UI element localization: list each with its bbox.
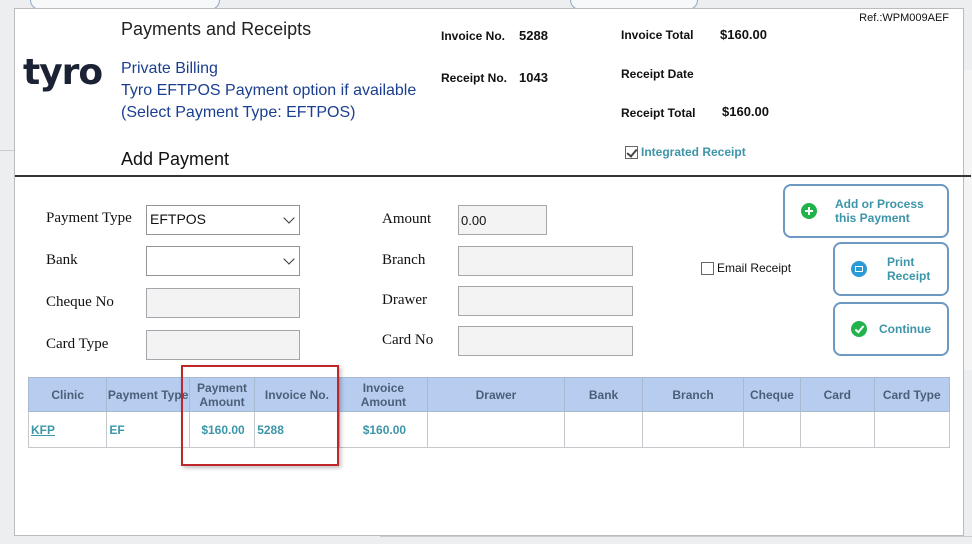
column-header-clinic[interactable]: Clinic <box>27 377 108 412</box>
cell-bank <box>563 411 644 448</box>
invoice-no-value: 5288 <box>519 28 548 43</box>
reference-code: Ref.:WPM009AEF <box>859 12 949 24</box>
email-receipt-option[interactable]: Email Receipt <box>701 261 791 275</box>
column-header-cheque[interactable]: Cheque <box>742 377 802 412</box>
receipt-date-label: Receipt Date <box>621 67 694 81</box>
cell-invoice-no: 5288 <box>254 411 340 448</box>
print-icon <box>851 261 867 277</box>
integrated-receipt-label: Integrated Receipt <box>641 145 746 159</box>
add-process-payment-button[interactable]: Add or Process this Payment <box>783 184 949 238</box>
billing-line-1: Private Billing <box>121 60 218 77</box>
cheque-no-input[interactable] <box>146 288 300 318</box>
amount-input[interactable]: 0.00 <box>458 205 547 235</box>
cell-drawer <box>427 411 565 448</box>
payment-type-value: EFTPOS <box>150 211 207 227</box>
integrated-receipt-checkbox[interactable] <box>625 145 638 159</box>
payment-type-label: Payment Type <box>46 210 132 226</box>
print-receipt-button[interactable]: Print Receipt <box>833 242 949 296</box>
receipt-total-label: Receipt Total <box>621 106 696 120</box>
drawer-input[interactable] <box>458 286 633 316</box>
cell-card <box>800 411 875 448</box>
column-header-payment-type[interactable]: Payment Type <box>106 377 190 412</box>
add-payment-heading: Add Payment <box>121 149 230 169</box>
card-no-input[interactable] <box>458 326 633 356</box>
cheque-no-label: Cheque No <box>46 294 114 310</box>
table-header-row: Clinic Payment Type Payment Amount Invoi… <box>27 377 950 412</box>
table-row[interactable]: KFP EF $160.00 5288 $160.00 <box>27 411 950 448</box>
cell-payment-amount: $160.00 <box>188 411 256 448</box>
background-divider <box>0 150 14 151</box>
card-type-input[interactable] <box>146 330 300 360</box>
column-header-drawer[interactable]: Drawer <box>427 377 565 412</box>
dialog-title: Payments and Receipts <box>121 19 312 39</box>
plus-icon <box>801 203 817 219</box>
cell-card-type <box>873 411 950 448</box>
receipt-no-value: 1043 <box>519 70 548 85</box>
bank-select[interactable] <box>146 246 300 276</box>
cell-branch <box>642 411 744 448</box>
billing-line-3: (Select Payment Type: EFTPOS) <box>121 104 356 121</box>
invoice-no-label: Invoice No. <box>441 29 506 43</box>
bank-label: Bank <box>46 252 78 268</box>
billing-line-2: Tyro EFTPOS Payment option if available <box>121 82 417 99</box>
column-header-card-type[interactable]: Card Type <box>873 377 950 412</box>
integrated-receipt-option[interactable]: Integrated Receipt <box>625 145 746 159</box>
amount-value: 0.00 <box>461 213 487 228</box>
branch-label: Branch <box>382 252 426 268</box>
cell-invoice-amount: $160.00 <box>338 411 429 448</box>
add-process-payment-label: Add or Process this Payment <box>835 197 924 225</box>
amount-label: Amount <box>382 211 432 227</box>
receipt-total-value: $160.00 <box>722 104 769 119</box>
payment-type-select[interactable]: EFTPOS <box>146 205 300 235</box>
card-type-label: Card Type <box>46 336 109 352</box>
check-icon <box>851 321 867 337</box>
print-receipt-label: Print Receipt <box>887 255 931 283</box>
payments-receipts-dialog: Ref.:WPM009AEF Payments and Receipts tyr… <box>14 8 971 536</box>
background-divider <box>380 536 972 537</box>
column-header-invoice-amount[interactable]: Invoice Amount <box>338 377 429 412</box>
card-no-label: Card No <box>382 332 434 348</box>
branch-input[interactable] <box>458 246 633 276</box>
column-header-branch[interactable]: Branch <box>642 377 744 412</box>
column-header-payment-amount[interactable]: Payment Amount <box>188 377 256 412</box>
chevron-down-icon <box>283 253 295 265</box>
column-header-card[interactable]: Card <box>800 377 875 412</box>
payments-table: Clinic Payment Type Payment Amount Invoi… <box>27 377 950 448</box>
invoice-total-value: $160.00 <box>720 27 767 42</box>
cell-cheque <box>742 411 802 448</box>
email-receipt-checkbox[interactable] <box>701 261 714 275</box>
email-receipt-label: Email Receipt <box>717 261 792 275</box>
section-divider <box>15 175 971 177</box>
column-header-invoice-no[interactable]: Invoice No. <box>254 377 340 412</box>
continue-label: Continue <box>879 322 931 336</box>
chevron-down-icon <box>283 212 295 224</box>
cell-payment-type: EF <box>106 411 190 448</box>
cell-clinic-link[interactable]: KFP <box>27 411 108 448</box>
column-header-bank[interactable]: Bank <box>563 377 644 412</box>
receipt-no-label: Receipt No. <box>441 71 508 85</box>
drawer-label: Drawer <box>382 292 427 308</box>
invoice-total-label: Invoice Total <box>621 28 694 42</box>
tyro-logo: tyro <box>23 51 103 95</box>
continue-button[interactable]: Continue <box>833 302 949 356</box>
tyro-logo-text: tyro <box>23 52 103 93</box>
